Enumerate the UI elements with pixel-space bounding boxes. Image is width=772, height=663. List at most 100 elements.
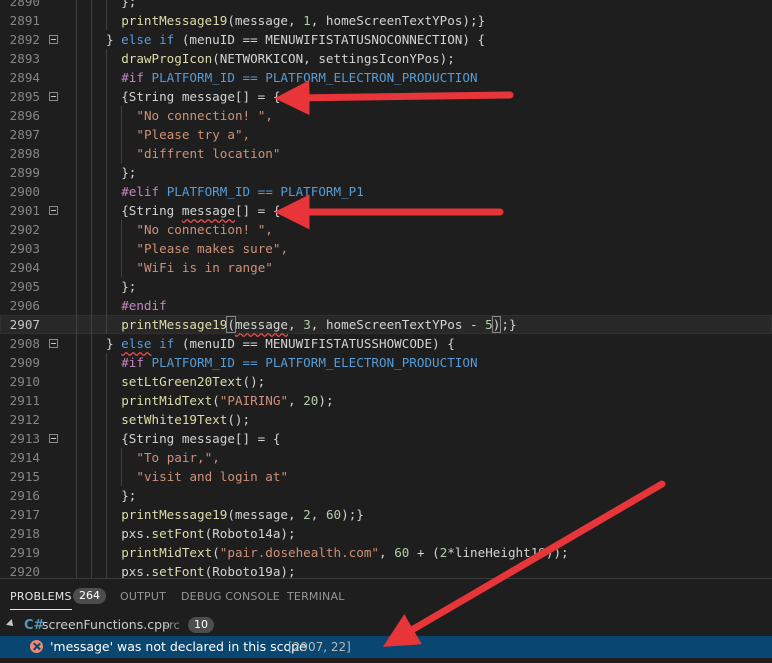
code-line[interactable]: 2896 "No connection! ", [0, 106, 772, 125]
code-token: , [288, 317, 304, 332]
code-line[interactable]: 2908} else if (menuID == MENUWIFISTATUSS… [0, 334, 772, 353]
code-line[interactable]: 2909 #if PLATFORM_ID == PLATFORM_ELECTRON… [0, 353, 772, 372]
code-line[interactable]: 2913 {String message[] = { [0, 429, 772, 448]
indent-guide [106, 201, 107, 220]
indent-guide [90, 182, 92, 201]
code-line[interactable]: 2918 pxs.setFont(Roboto14a); [0, 524, 772, 543]
code-token: setFont [151, 526, 205, 541]
code-text: "visit and login at" [136, 467, 288, 486]
code-line[interactable]: 2916}; [0, 486, 772, 505]
code-token: "Please try a", [136, 127, 251, 142]
code-line[interactable]: 2897 "Please try a", [0, 125, 772, 144]
code-token: )); [545, 545, 569, 560]
code-token: (menuID == MENUWIFISTATUSNOCONNECTION) { [174, 32, 486, 47]
code-line[interactable]: 2905}; [0, 277, 772, 296]
code-line[interactable]: 2906 #endif [0, 296, 772, 315]
code-token: , homeScreenTextYPos - [310, 317, 486, 332]
line-number: 2908 [9, 336, 40, 351]
line-number: 2903 [9, 241, 40, 256]
code-text: "To pair,", [136, 448, 219, 467]
line-number: 2915 [9, 469, 40, 484]
code-line[interactable]: 2915 "visit and login at" [0, 467, 772, 486]
fold-toggle-icon[interactable] [49, 339, 58, 348]
tab-problems[interactable]: PROBLEMS [10, 590, 72, 610]
code-line[interactable]: 2914 "To pair,", [0, 448, 772, 467]
code-token: "visit and login at" [136, 469, 289, 484]
code-text: "No connection! ", [136, 220, 272, 239]
indent-guide [90, 201, 92, 220]
problem-location: [2907, 22] [288, 640, 351, 654]
indent-guide [75, 277, 77, 296]
tab-terminal[interactable]: TERMINAL [287, 590, 345, 603]
indent-guide [75, 239, 77, 258]
code-text: {String message[] = { [121, 429, 280, 448]
fold-toggle-icon[interactable] [49, 35, 58, 44]
indent-guide [106, 505, 107, 524]
code-token: 60 [325, 507, 342, 522]
code-editor[interactable]: 2890}; 2891 printMessage19(message, 1, hom… [0, 0, 772, 578]
code-line[interactable]: 2911 printMidText("PAIRING", 20); [0, 391, 772, 410]
indent-guide [75, 391, 77, 410]
indent-guide [75, 258, 77, 277]
indent-guide [90, 448, 92, 467]
indent-guide [106, 448, 107, 467]
code-line[interactable]: 2904 "WiFi is in range" [0, 258, 772, 277]
fold-toggle-icon[interactable] [49, 206, 58, 215]
code-line[interactable]: 2920 pxs.setFont(Roboto19a); [0, 562, 772, 578]
code-token: "pair.dosehealth.com" [219, 545, 380, 560]
code-line[interactable]: 2917 printMessage19(message, 2, 60);} [0, 505, 772, 524]
code-text: pxs.setFont(Roboto14a); [121, 524, 295, 543]
code-line[interactable]: 2899}; [0, 163, 772, 182]
line-number: 2904 [9, 260, 40, 275]
code-token: setWhite19Text [121, 412, 228, 427]
code-token: PLATFORM_ID == PLATFORM_P1 [159, 184, 364, 199]
line-number: 2899 [9, 165, 40, 180]
code-text: }; [121, 163, 136, 182]
problem-file-name: screenFunctions.cpp [42, 617, 170, 632]
code-line[interactable]: 2902 "No connection! ", [0, 220, 772, 239]
code-line[interactable]: 2890}; [0, 0, 772, 11]
code-text: "diffrent location" [136, 144, 280, 163]
code-token: "PAIRING" [219, 393, 289, 408]
indent-guide [90, 562, 92, 578]
problem-entry[interactable]: 'message' was not declared in this scope… [0, 636, 772, 658]
fold-toggle-icon[interactable] [49, 434, 58, 443]
indent-guide [75, 11, 77, 30]
code-line[interactable]: 2919 printMidText("pair.dosehealth.com", … [0, 543, 772, 562]
chevron-down-icon[interactable] [6, 619, 16, 629]
code-token: "No connection! ", [136, 108, 273, 123]
code-line[interactable]: 2891 printMessage19(message, 1, homeScree… [0, 11, 772, 30]
code-line[interactable]: 2910 setLtGreen20Text(); [0, 372, 772, 391]
line-number: 2920 [9, 564, 40, 578]
problem-file-row[interactable]: C# screenFunctions.cpp src 10 [0, 614, 772, 636]
code-line[interactable]: 2894 #if PLATFORM_ID == PLATFORM_ELECTRON… [0, 68, 772, 87]
indent-guide [90, 372, 92, 391]
tab-debug-console[interactable]: DEBUG CONSOLE [181, 590, 280, 603]
code-line[interactable]: 2907 printMessage19(message, 3, homeScree… [0, 315, 772, 334]
code-token: , [310, 507, 326, 522]
code-line[interactable]: 2893 drawProgIcon(NETWORKICON, settingsIc… [0, 49, 772, 68]
indent-guide [75, 429, 77, 448]
indent-guide [75, 125, 77, 144]
code-line[interactable]: 2903 "Please makes sure", [0, 239, 772, 258]
code-token: pxs. [121, 564, 152, 578]
indent-guide [75, 182, 77, 201]
indent-guide [106, 182, 107, 201]
code-line[interactable]: 2892} else if (menuID == MENUWIFISTATUSN… [0, 30, 772, 49]
code-token: #endif [121, 298, 167, 313]
indent-guide [106, 562, 107, 578]
indent-guide [75, 467, 77, 486]
tab-output[interactable]: OUTPUT [120, 590, 166, 603]
indent-guide [75, 201, 77, 220]
code-line[interactable]: 2900 #elif PLATFORM_ID == PLATFORM_P1 [0, 182, 772, 201]
line-number: 2895 [9, 89, 40, 104]
indent-guide [106, 429, 107, 448]
line-number: 2919 [9, 545, 40, 560]
fold-toggle-icon[interactable] [49, 92, 58, 101]
line-number: 2896 [9, 108, 40, 123]
code-line[interactable]: 2901 {String message[] = { [0, 201, 772, 220]
code-line[interactable]: 2895 {String message[] = { [0, 87, 772, 106]
code-line[interactable]: 2912 setWhite19Text(); [0, 410, 772, 429]
code-line[interactable]: 2898 "diffrent location" [0, 144, 772, 163]
code-token: , [379, 545, 395, 560]
